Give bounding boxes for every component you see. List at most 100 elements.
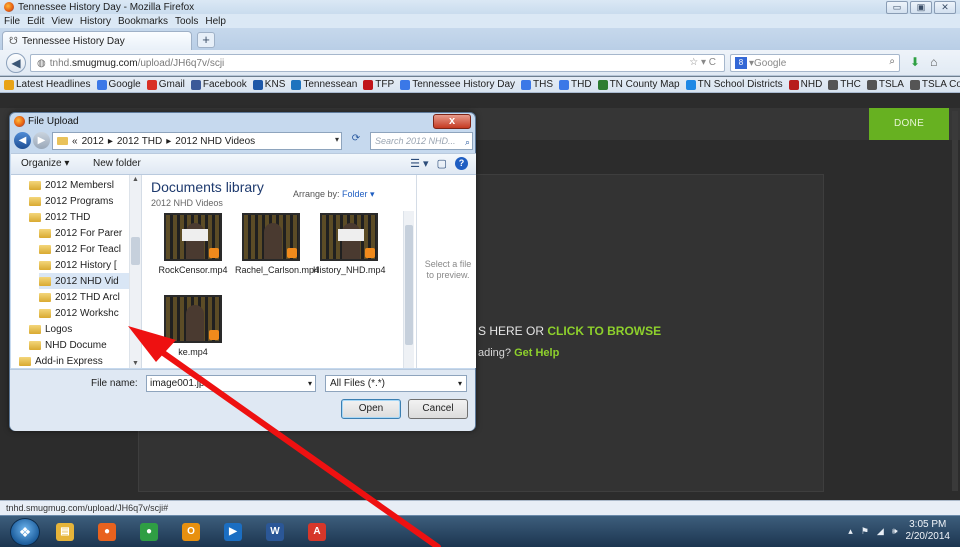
scroll-thumb[interactable] <box>131 237 140 265</box>
bookmark-item[interactable]: TN School Districts <box>685 79 783 90</box>
chevron-down-icon[interactable]: ▾ <box>308 376 312 391</box>
bookmark-item[interactable]: THS <box>521 79 553 90</box>
preview-pane-icon[interactable]: ▢ <box>437 157 447 170</box>
library-scrollbar[interactable] <box>403 211 414 368</box>
menu-file[interactable]: File <box>4 16 20 27</box>
nav-folder-item[interactable]: 2012 THD <box>29 209 129 225</box>
file-thumbnail[interactable]: RockCensor.mp4 <box>157 213 229 276</box>
dialog-back-button[interactable]: ◀ <box>14 132 31 149</box>
arrange-by-dropdown[interactable]: Folder ▾ <box>342 189 375 199</box>
bookmark-item[interactable]: NHD <box>788 79 822 90</box>
page-scrollbar[interactable] <box>952 111 958 491</box>
show-hidden-icons-icon[interactable]: ▴ <box>848 526 853 537</box>
bookmark-item[interactable]: Google <box>96 79 141 90</box>
bookmark-item[interactable]: Latest Headlines <box>4 79 91 90</box>
refresh-icon[interactable]: ⟳ <box>344 133 368 144</box>
file-thumbnail[interactable]: ke.mp4 <box>157 295 229 358</box>
nav-folder-item[interactable]: 2012 Workshc <box>39 305 129 321</box>
maximize-button[interactable]: ▣ <box>910 1 932 14</box>
file-thumbnail[interactable]: Rachel_Carlson.mp4 <box>235 213 319 276</box>
firefox-taskbar-button[interactable]: ● <box>90 519 124 545</box>
media-player-taskbar-button[interactable]: ▶ <box>216 519 250 545</box>
menu-edit[interactable]: Edit <box>27 16 44 27</box>
dialog-close-button[interactable]: x <box>433 114 471 129</box>
menu-history[interactable]: History <box>80 16 111 27</box>
bookmark-item[interactable]: Tennessee History Day <box>400 79 515 90</box>
file-name-input[interactable]: image001.jp ▾ <box>146 375 316 392</box>
start-button[interactable]: ❖ <box>10 518 40 546</box>
clock[interactable]: 3:05 PM 2/20/2014 <box>906 519 951 543</box>
volume-icon[interactable]: 🕪 <box>892 526 898 537</box>
navigation-scrollbar[interactable]: ▲ ▼ <box>129 175 141 368</box>
scroll-up-icon[interactable]: ▲ <box>132 176 139 183</box>
nav-folder-item[interactable]: 2012 History [ <box>39 257 129 273</box>
done-button[interactable]: DONE <box>869 108 949 140</box>
bookmark-item[interactable]: TSLA <box>866 79 904 90</box>
organize-button[interactable]: Organize ▾ <box>21 158 69 169</box>
breadcrumb-2012-nhd-videos[interactable]: 2012 NHD Videos <box>175 136 255 147</box>
close-window-button[interactable]: ✕ <box>934 1 956 14</box>
nav-folder-item[interactable]: 2012 Membersl <box>29 177 129 193</box>
nav-folder-item[interactable]: 2012 For Parer <box>39 225 129 241</box>
nav-folder-item[interactable]: 2012 THD Arcl <box>39 289 129 305</box>
bookmark-item[interactable]: THC <box>828 79 861 90</box>
breadcrumb-separator[interactable]: ▸ <box>166 136 171 147</box>
breadcrumb-overflow[interactable]: « <box>72 136 78 147</box>
network-icon[interactable]: ◢ <box>877 526 884 537</box>
breadcrumb-separator[interactable]: ▸ <box>108 136 113 147</box>
nav-folder-item[interactable]: 2012 For Teacl <box>39 241 129 257</box>
menu-help[interactable]: Help <box>205 16 226 27</box>
cancel-button[interactable]: Cancel <box>408 399 468 419</box>
minimize-button[interactable]: ▭ <box>886 1 908 14</box>
scroll-thumb[interactable] <box>405 225 413 345</box>
nav-folder-item[interactable]: 2012 NHD Vid <box>39 273 129 289</box>
file-type-select[interactable]: All Files (*.*) ▾ <box>325 375 467 392</box>
back-button[interactable]: ◀ <box>6 53 26 73</box>
bookmark-item[interactable]: KNS <box>252 79 285 90</box>
breadcrumb-2012-thd[interactable]: 2012 THD <box>117 136 162 147</box>
flag-icon[interactable]: ⚑ <box>861 526 869 537</box>
get-help-link[interactable]: Get Help <box>514 347 559 359</box>
download-icon[interactable]: ⬇ <box>910 55 920 69</box>
dialog-search-input[interactable]: Search 2012 NHD... ⌕ <box>370 132 473 150</box>
bookmark-item[interactable]: Gmail <box>146 79 185 90</box>
breadcrumb-2012[interactable]: 2012 <box>82 136 104 147</box>
search-bar[interactable]: 8 ▾ Google ⌕ <box>730 54 900 72</box>
acrobat-taskbar-button[interactable]: A <box>300 519 334 545</box>
tab-tennessee-history-day[interactable]: ☋ Tennessee History Day <box>2 31 192 50</box>
breadcrumb[interactable]: « 2012 ▸ 2012 THD ▸ 2012 NHD Videos ▾ <box>52 132 342 150</box>
dialog-forward-button[interactable]: ▶ <box>33 132 50 149</box>
search-icon[interactable]: ⌕ <box>889 56 895 67</box>
bookmark-item[interactable]: THD <box>559 79 592 90</box>
new-tab-button[interactable]: + <box>197 32 215 48</box>
chrome-taskbar-button[interactable]: ● <box>132 519 166 545</box>
home-icon[interactable]: ⌂ <box>930 55 937 69</box>
open-button[interactable]: Open <box>341 399 401 419</box>
file-explorer-taskbar-button[interactable]: ▤ <box>48 519 82 545</box>
nav-folder-item[interactable]: Add-in Express <box>19 353 129 369</box>
view-options-icon[interactable]: ☰ ▾ <box>410 157 428 170</box>
bookmark-item[interactable]: TN County Map <box>597 79 680 90</box>
chevron-down-icon[interactable]: ▾ <box>458 376 462 391</box>
new-folder-button[interactable]: New folder <box>93 158 141 169</box>
bookmark-item[interactable]: TFP <box>363 79 394 90</box>
menu-view[interactable]: View <box>51 16 73 27</box>
bookmark-item[interactable]: Facebook <box>190 79 247 90</box>
word-taskbar-button[interactable]: W <box>258 519 292 545</box>
click-to-browse-link[interactable]: CLICK TO BROWSE <box>547 324 661 338</box>
menu-bookmarks[interactable]: Bookmarks <box>118 16 168 27</box>
nav-folder-item[interactable]: NHD Docume <box>29 337 129 353</box>
scroll-down-icon[interactable]: ▼ <box>132 360 139 367</box>
media-player-icon: ▶ <box>224 523 242 541</box>
help-icon[interactable]: ? <box>455 157 468 170</box>
menu-tools[interactable]: Tools <box>175 16 198 27</box>
file-thumbnail[interactable]: History_NHD.mp4 <box>313 213 386 276</box>
outlook-taskbar-button[interactable]: O <box>174 519 208 545</box>
nav-folder-item[interactable]: Logos <box>29 321 129 337</box>
chevron-down-icon[interactable]: ▾ <box>335 135 339 144</box>
url-bar[interactable]: ◍ tnhd. smugmug.com/upload/JH6q7v/scji ☆ … <box>30 54 725 72</box>
bookmark-item[interactable]: TSLA Contacts <box>909 79 960 90</box>
bookmark-item[interactable]: Tennessean <box>291 79 357 90</box>
url-bar-controls[interactable]: ☆ ▾ C <box>689 57 716 68</box>
nav-folder-item[interactable]: 2012 Programs <box>29 193 129 209</box>
